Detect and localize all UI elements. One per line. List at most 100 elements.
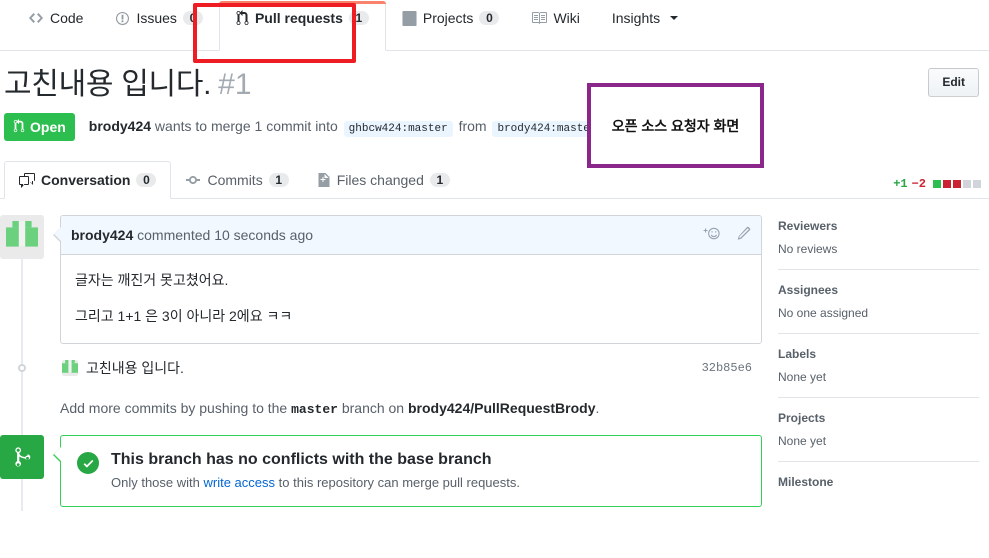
nav-label-issues: Issues xyxy=(136,10,177,26)
comment-discussion-icon xyxy=(19,172,35,188)
tab-label-files-changed: Files changed xyxy=(336,171,424,188)
comment-header: brody424 commented 10 seconds ago xyxy=(61,216,761,255)
diff-icon xyxy=(317,172,331,188)
push-note-prefix: Add more commits by pushing to the xyxy=(60,400,288,417)
emoji-plus-icon[interactable] xyxy=(702,225,721,245)
merge-status-subtitle: Only those with write access to this rep… xyxy=(111,475,520,490)
diff-block xyxy=(973,180,981,188)
book-icon xyxy=(531,10,548,26)
check-icon xyxy=(77,452,99,475)
diff-block xyxy=(963,180,971,188)
tab-counter-commits: 1 xyxy=(268,172,289,187)
merge-description: brody424 wants to merge 1 commit into gh… xyxy=(89,118,604,137)
tab-label-commits: Commits xyxy=(207,171,263,188)
issue-opened-icon xyxy=(115,11,130,26)
github-pull-request-page: Code Issues 0 Pull requests 1 Projects 0… xyxy=(0,0,989,558)
base-branch-chip[interactable]: ghbcw424:master xyxy=(343,120,453,137)
sidebar-value-projects: None yet xyxy=(778,434,827,448)
push-note-suffix: . xyxy=(595,400,600,417)
sidebar-heading-reviewers[interactable]: Reviewers xyxy=(778,219,979,233)
comment-paragraph: 그리고 1+1 은 3이 아니라 2에요 ㅋㅋ xyxy=(75,307,293,324)
status-badge-label: Open xyxy=(30,119,66,135)
sidebar-value-reviewers: No reviews xyxy=(778,242,838,256)
diff-deletions: −2 xyxy=(911,177,926,191)
nav-counter-projects: 0 xyxy=(479,11,500,25)
comment-paragraph: 글자는 깨진거 못고쳤어요. xyxy=(75,272,229,288)
push-note-repo[interactable]: brody424/PullRequestBrody xyxy=(408,400,596,416)
commit-message[interactable]: 고친내용 입니다. xyxy=(86,358,184,378)
commit-author-avatar[interactable] xyxy=(62,360,78,377)
nav-label-code: Code xyxy=(50,10,84,26)
nav-label-insights: Insights xyxy=(611,10,661,26)
repository-nav: Code Issues 0 Pull requests 1 Projects 0… xyxy=(0,0,989,51)
comment-body: 글자는 깨진거 못고쳤어요. 그리고 1+1 은 3이 아니라 2에요 ㅋㅋ xyxy=(61,255,761,343)
merge-status-box: This branch has no conflicts with the ba… xyxy=(53,435,762,508)
annotation-box-role-label: 오픈 소스 요청자 화면 xyxy=(587,83,764,168)
sidebar-section-labels: Labels None yet xyxy=(778,333,979,397)
sidebar-heading-projects[interactable]: Projects xyxy=(778,411,979,425)
project-icon xyxy=(402,10,417,26)
edit-button[interactable]: Edit xyxy=(928,68,979,97)
timeline: brody424 commented 10 seconds ago 글자는 깨진… xyxy=(0,199,762,512)
sidebar-heading-labels[interactable]: Labels xyxy=(778,347,979,361)
nav-item-pull-requests[interactable]: Pull requests 1 xyxy=(218,1,386,51)
comment-author[interactable]: brody424 xyxy=(71,227,133,243)
comment-actions xyxy=(702,225,751,245)
page-title: 고친내용 입니다. xyxy=(4,68,212,101)
pencil-icon[interactable] xyxy=(735,226,751,245)
conversation-column: brody424 commented 10 seconds ago 글자는 깨진… xyxy=(0,199,762,512)
head-branch-chip[interactable]: brody424:master xyxy=(492,120,602,137)
pull-request-meta: Open brody424 wants to merge 1 commit in… xyxy=(0,103,989,141)
nav-item-projects[interactable]: Projects 0 xyxy=(386,1,516,51)
nav-counter-issues: 0 xyxy=(182,11,203,25)
status-badge: Open xyxy=(4,113,75,141)
diff-block xyxy=(943,180,951,188)
timeline-dot-icon xyxy=(0,364,44,373)
comment-box: brody424 commented 10 seconds ago 글자는 깨진… xyxy=(53,215,762,345)
chevron-down-icon xyxy=(670,16,679,20)
git-commit-icon xyxy=(185,172,201,188)
nav-item-code[interactable]: Code xyxy=(12,1,99,51)
nav-item-insights[interactable]: Insights xyxy=(596,1,694,51)
tab-counter-conversation: 0 xyxy=(136,173,157,187)
push-note-branch: master xyxy=(291,402,338,418)
diff-block xyxy=(953,180,961,188)
comment-timestamp: 10 seconds ago xyxy=(214,227,314,243)
tab-label-conversation: Conversation xyxy=(41,172,131,188)
merge-prefix-text: wants to merge 1 commit into xyxy=(154,117,338,134)
sidebar: Reviewers No reviews Assignees No one as… xyxy=(778,219,979,511)
nav-label-wiki: Wiki xyxy=(553,10,580,26)
tab-files-changed[interactable]: Files changed 1 xyxy=(303,161,464,198)
nav-item-wiki[interactable]: Wiki xyxy=(515,1,595,51)
nav-item-issues[interactable]: Issues 0 xyxy=(99,1,218,51)
nav-counter-pull-requests: 1 xyxy=(348,11,369,25)
title-row: 고친내용 입니다. #1 xyxy=(0,51,989,103)
tab-counter-files-changed: 1 xyxy=(429,172,450,187)
nav-label-projects: Projects xyxy=(422,10,474,26)
sidebar-value-assignees: No one assigned xyxy=(778,306,869,320)
sidebar-section-assignees: Assignees No one assigned xyxy=(778,269,979,333)
tab-conversation[interactable]: Conversation 0 xyxy=(4,161,172,199)
sidebar-heading-assignees[interactable]: Assignees xyxy=(778,283,979,297)
diff-additions: +1 xyxy=(893,177,908,191)
merge-sub-prefix: Only those with xyxy=(111,475,200,491)
diff-block xyxy=(933,180,941,188)
git-pull-request-icon-small xyxy=(13,119,25,135)
merge-status-title: This branch has no conflicts with the ba… xyxy=(111,451,492,469)
sidebar-section-reviewers: Reviewers No reviews xyxy=(778,219,979,269)
push-more-commits-note: Add more commits by pushing to the maste… xyxy=(0,392,762,431)
pull-request-tabs: Conversation 0 Commits 1 Files changed 1… xyxy=(0,161,989,199)
pull-request-body: brody424 commented 10 seconds ago 글자는 깨진… xyxy=(0,199,989,558)
push-note-middle: branch on xyxy=(341,400,405,417)
nav-label-pull-requests: Pull requests xyxy=(254,10,343,26)
merge-sub-suffix: to this repository can merge pull reques… xyxy=(278,475,520,491)
from-word: from xyxy=(458,117,487,134)
tab-commits[interactable]: Commits 1 xyxy=(171,161,302,198)
avatar[interactable] xyxy=(0,215,44,259)
git-pull-request-icon xyxy=(236,10,249,26)
identicon-image xyxy=(6,221,38,253)
commit-sha[interactable]: 32b85e6 xyxy=(702,361,752,375)
write-access-link[interactable]: write access xyxy=(204,475,276,490)
diff-stat: +1 −2 xyxy=(893,177,981,191)
sidebar-heading-milestone[interactable]: Milestone xyxy=(778,475,979,489)
